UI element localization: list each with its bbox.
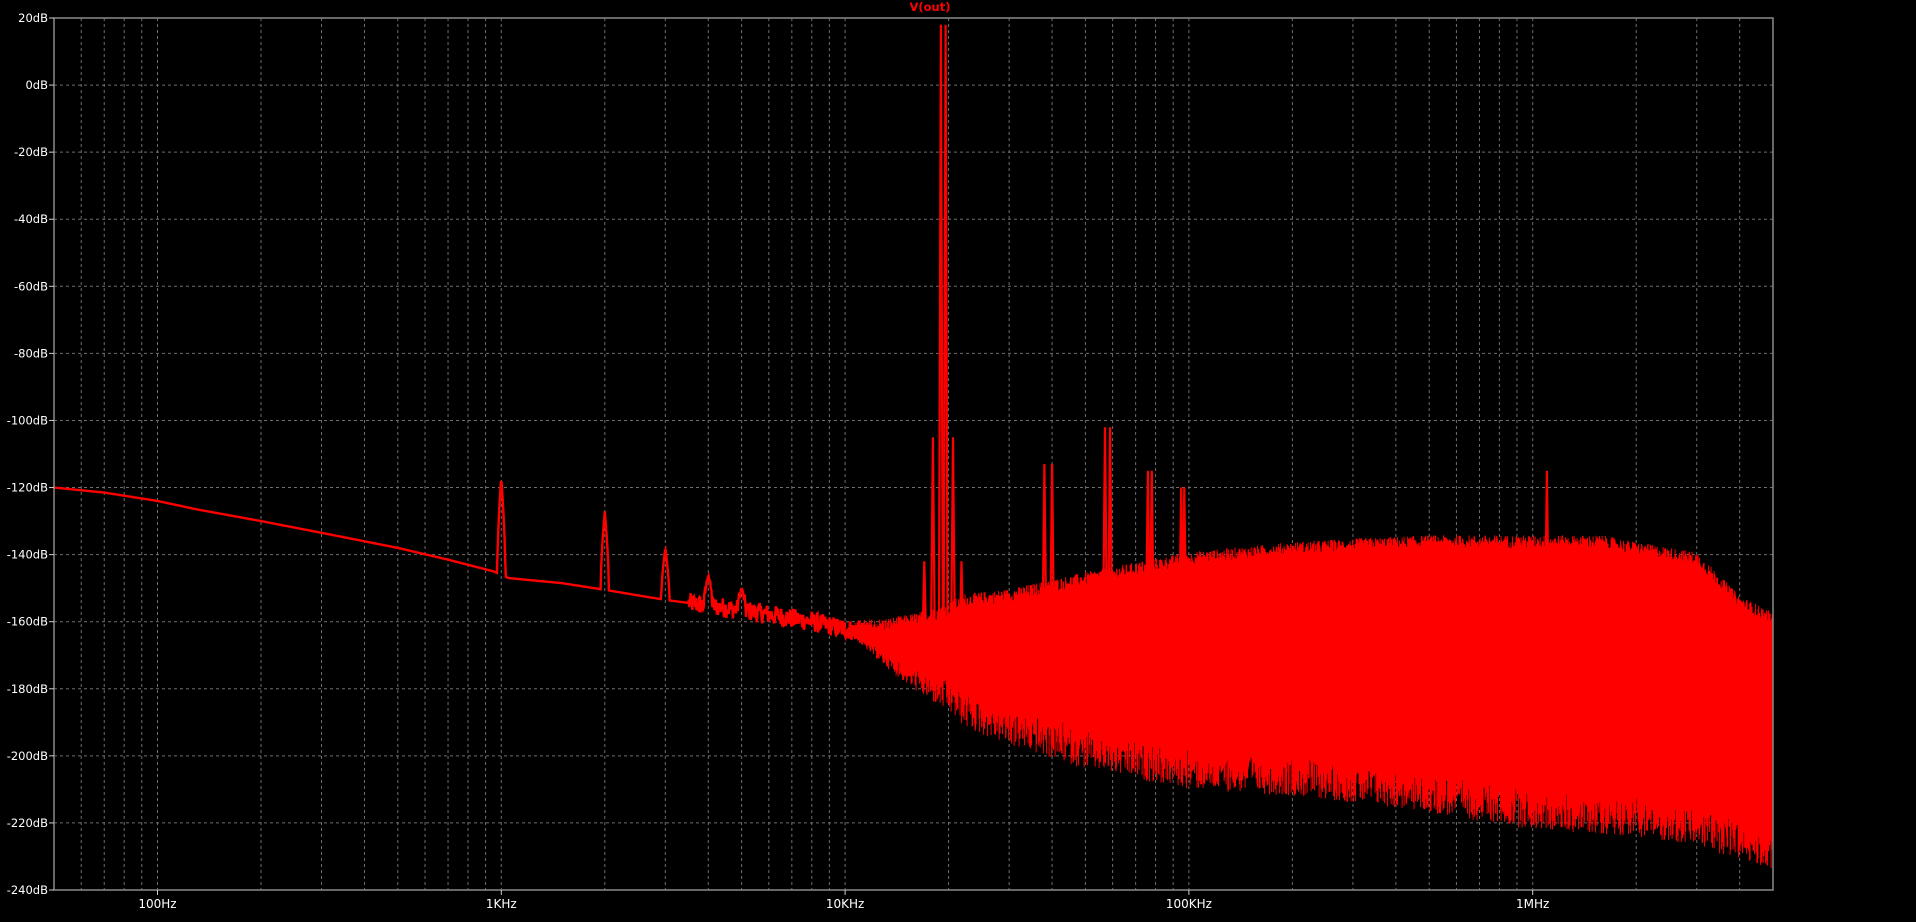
x-tick-label: 100Hz: [138, 897, 176, 911]
x-tick-label: 10KHz: [826, 897, 864, 911]
y-tick-label: 0dB: [25, 78, 48, 92]
spectrum-plot[interactable]: 20dB 0dB -20dB -40dB -60dB -80dB -100dB -120dB -…: [0, 0, 1916, 917]
y-tick-label: 20dB: [18, 11, 48, 25]
y-tick-label: -120dB: [7, 481, 48, 495]
y-tick-label: -200dB: [7, 749, 48, 763]
plot-window: 20dB 0dB -20dB -40dB -60dB -80dB -100dB -120dB -…: [0, 0, 1916, 917]
y-tick-label: -220dB: [7, 816, 48, 830]
y-tick-label: -160dB: [7, 615, 48, 629]
x-tick-label: 1MHz: [1516, 897, 1549, 911]
trace-title[interactable]: V(out): [910, 0, 951, 14]
y-tick-label: -140dB: [7, 548, 48, 562]
y-tick-label: -240dB: [7, 883, 48, 897]
x-tick-label: 100KHz: [1166, 897, 1212, 911]
y-tick-label: -40dB: [14, 212, 48, 226]
y-tick-label: -180dB: [7, 682, 48, 696]
y-tick-label: -60dB: [14, 279, 48, 293]
y-tick-label: -80dB: [14, 346, 48, 360]
y-tick-label: -100dB: [7, 413, 48, 427]
x-tick-label: 1KHz: [486, 897, 517, 911]
y-tick-label: -20dB: [14, 145, 48, 159]
